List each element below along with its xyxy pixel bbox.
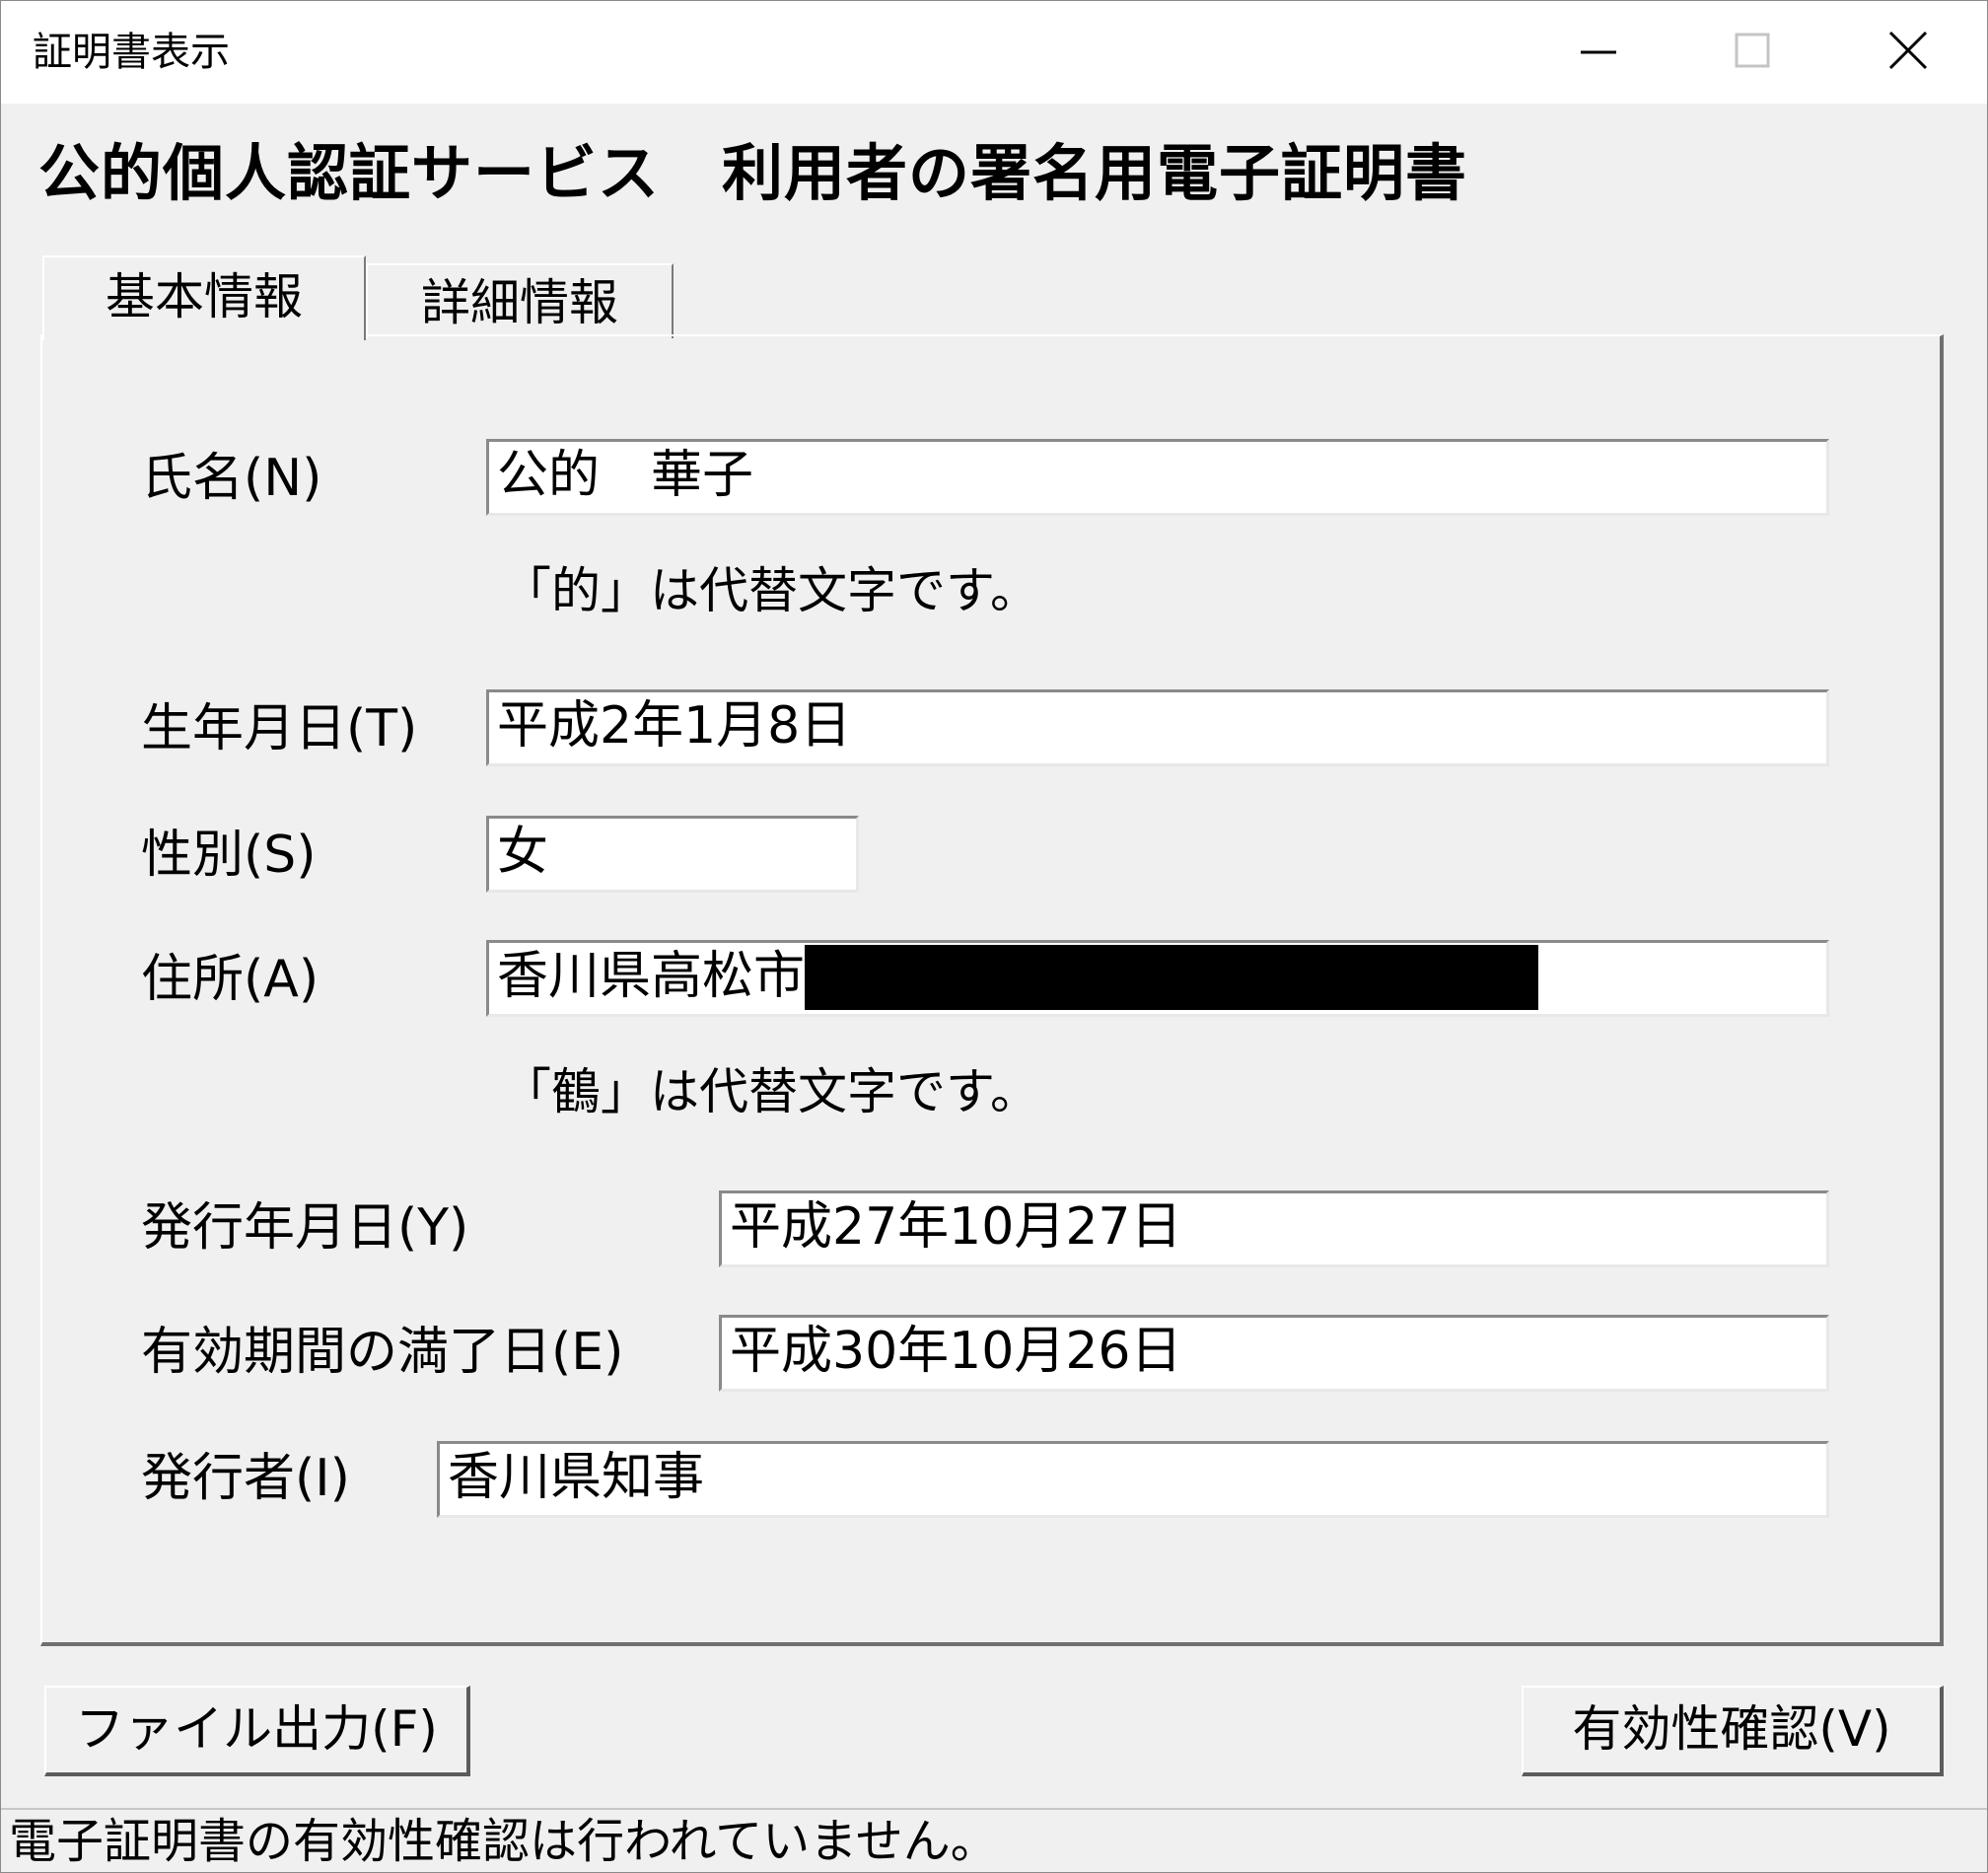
maximize-button [1692,15,1810,90]
birthdate-field[interactable]: 平成2年1月8日 [486,689,1829,766]
address-label: 住所(A) [141,950,320,1009]
issuer-label: 発行者(I) [141,1449,350,1508]
certificate-heading: 公的個人認証サービス 利用者の署名用電子証明書 [38,137,1468,209]
redaction-block [805,945,1539,1010]
issue-date-field[interactable]: 平成27年10月27日 [719,1190,1829,1267]
name-field[interactable]: 公的 華子 [486,439,1829,516]
gender-label: 性別(S) [141,826,317,885]
maximize-icon [1735,33,1770,68]
expiry-date-field[interactable]: 平成30年10月26日 [719,1315,1829,1392]
minimize-icon [1581,50,1616,54]
tab-strip: 基本情報 詳細情報 [42,255,1029,340]
name-substitute-note: 「的」は代替文字です。 [502,562,1039,619]
close-button[interactable] [1849,15,1967,90]
close-icon [1888,31,1928,70]
title-bar[interactable]: 証明書表示 [1,1,1987,104]
window-title: 証明書表示 [33,30,230,75]
issuer-field[interactable]: 香川県知事 [437,1441,1829,1518]
address-field[interactable]: 香川県高松市 [486,940,1829,1017]
status-bar: 電子証明書の有効性確認は行われていません。 [1,1808,1987,1872]
address-value: 香川県高松市 [497,947,806,1006]
tab-detail-info[interactable]: 詳細情報 [366,263,674,338]
birthdate-label: 生年月日(T) [141,699,418,758]
verify-validity-button[interactable]: 有効性確認(V) [1522,1686,1944,1776]
expiry-date-label: 有効期間の満了日(E) [141,1323,624,1382]
address-substitute-note: 「鶴」は代替文字です。 [502,1063,1039,1120]
certificate-window: 証明書表示 公的個人認証サービス 利用者の署名用電子証明書 基本情報 詳細情報 … [0,0,1988,1873]
gender-field[interactable]: 女 [486,816,859,893]
issue-date-label: 発行年月日(Y) [141,1198,469,1258]
file-output-button[interactable]: ファイル出力(F) [44,1686,470,1776]
name-label: 氏名(N) [141,449,322,508]
minimize-button[interactable] [1539,15,1658,90]
tab-basic-info[interactable]: 基本情報 [42,255,366,340]
